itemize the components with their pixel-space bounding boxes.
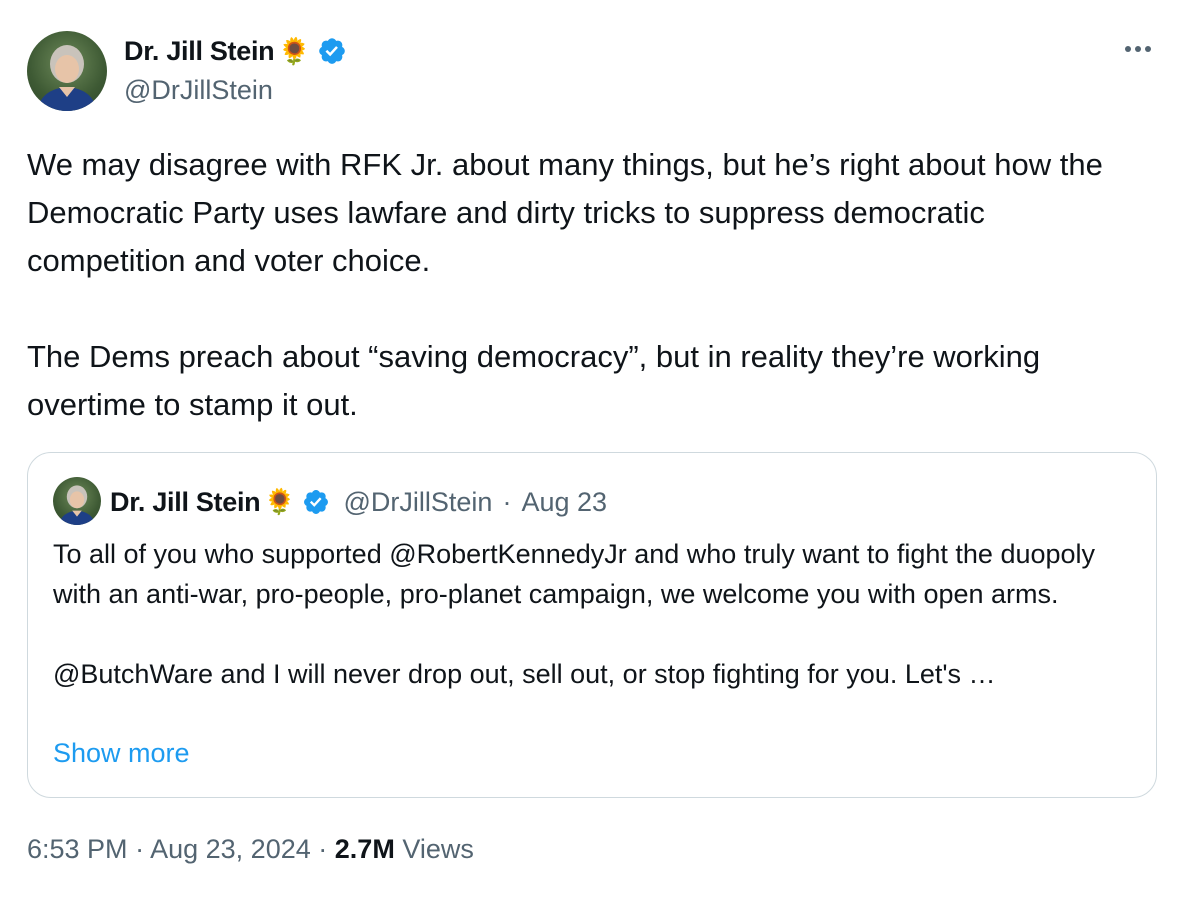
- quoted-post-card[interactable]: Dr. Jill Stein 🌻 @DrJillStein · Aug 23 T…: [27, 452, 1157, 798]
- quoted-post-text: To all of you who supported @RobertKenne…: [53, 534, 1128, 694]
- quoted-paragraph-2: @ButchWare and I will never drop out, se…: [53, 659, 996, 689]
- author-avatar[interactable]: [27, 31, 107, 111]
- post-footer: 6:53 PM · Aug 23, 2024 · 2.7M Views: [27, 834, 474, 865]
- quoted-post-date: Aug 23: [521, 486, 608, 517]
- post-time[interactable]: 6:53 PM: [27, 834, 128, 864]
- views-label[interactable]: Views: [402, 834, 474, 864]
- quoted-author-handle: @DrJillStein: [343, 486, 493, 517]
- author-handle[interactable]: @DrJillStein: [124, 75, 273, 106]
- footer-separator: ·: [318, 834, 328, 864]
- dot: [1135, 46, 1141, 52]
- post-paragraph-1: We may disagree with RFK Jr. about many …: [27, 147, 1103, 278]
- avatar-photo: [37, 45, 97, 111]
- sunflower-emoji: 🌻: [264, 487, 296, 516]
- views-count[interactable]: 2.7M: [335, 834, 395, 864]
- quoted-paragraph-1: To all of you who supported @RobertKenne…: [53, 539, 1096, 609]
- more-options-icon[interactable]: [1118, 34, 1158, 64]
- tweet: Dr. Jill Stein 🌻 @DrJillStein We may dis…: [0, 0, 1196, 900]
- dot: [1125, 46, 1131, 52]
- quoted-author-name: Dr. Jill Stein: [110, 486, 261, 517]
- author-display-name[interactable]: Dr. Jill Stein: [124, 36, 275, 67]
- verified-badge-icon[interactable]: [317, 36, 347, 66]
- quoted-post-header: Dr. Jill Stein 🌻 @DrJillStein · Aug 23: [110, 484, 607, 520]
- post-date[interactable]: Aug 23, 2024: [150, 834, 311, 864]
- dot: [1145, 46, 1151, 52]
- avatar-photo: [59, 485, 95, 525]
- sunflower-emoji: 🌻: [278, 36, 311, 66]
- author-name-row[interactable]: Dr. Jill Stein 🌻: [124, 33, 347, 69]
- meta-separator: ·: [502, 486, 512, 517]
- quoted-author-avatar: [53, 477, 101, 525]
- post-paragraph-2: The Dems preach about “saving democracy”…: [27, 339, 1041, 422]
- footer-separator: ·: [135, 834, 145, 864]
- verified-badge-icon: [302, 488, 330, 516]
- show-more-link[interactable]: Show more: [53, 733, 190, 773]
- post-text: We may disagree with RFK Jr. about many …: [27, 141, 1147, 429]
